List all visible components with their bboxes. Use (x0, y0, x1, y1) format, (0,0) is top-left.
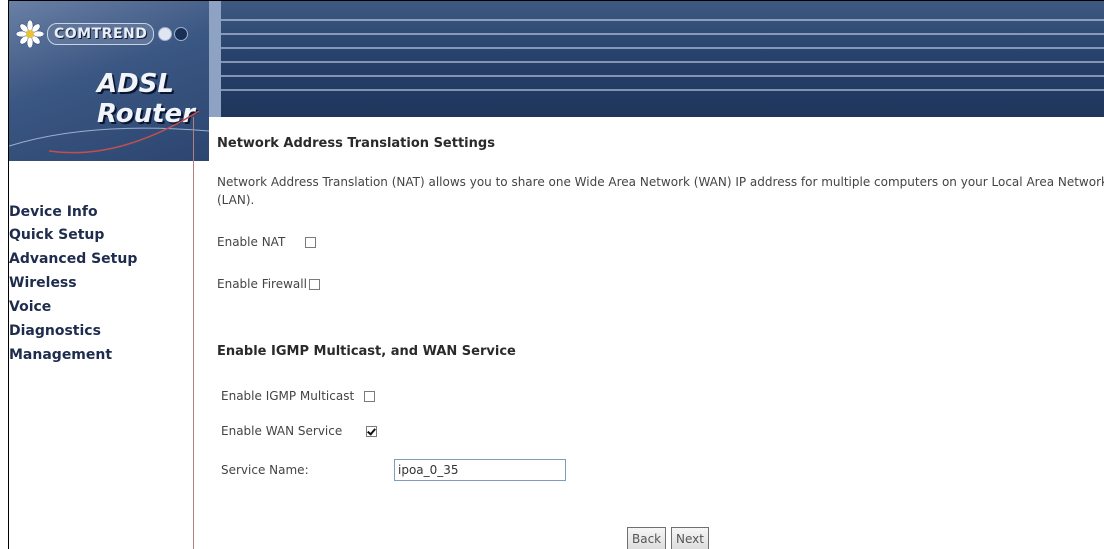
enable-firewall-row: Enable Firewall (217, 277, 320, 291)
logo-dots-icon (158, 27, 189, 41)
logo-panel: COMTREND ADSL Router (9, 1, 209, 161)
service-name-row: Service Name: ipoa_0_35 (221, 459, 581, 481)
enable-igmp-checkbox[interactable] (364, 390, 376, 402)
enable-firewall-checkbox[interactable] (308, 278, 320, 290)
sidebar-item-wireless[interactable]: Wireless (9, 271, 137, 295)
next-button[interactable]: Next (671, 527, 709, 549)
sidebar-item-management[interactable]: Management (9, 343, 137, 367)
page-title: Network Address Translation Settings (217, 136, 495, 151)
company-name: COMTREND (47, 23, 155, 45)
banner-stripes (209, 13, 1104, 103)
nat-description: Network Address Translation (NAT) allows… (217, 175, 1104, 207)
sidebar-item-diagnostics[interactable]: Diagnostics (9, 319, 137, 343)
sidebar-item-device-info[interactable]: Device Info (9, 200, 137, 224)
enable-igmp-label: Enable IGMP Multicast (221, 389, 355, 403)
router-frame: COMTREND ADSL Router Device Info Quick S… (8, 0, 1104, 549)
service-name-label: Service Name: (221, 463, 309, 477)
enable-wan-service-checkbox[interactable] (366, 425, 378, 437)
enable-wan-service-row: Enable WAN Service (221, 424, 378, 438)
sidebar-divider (193, 117, 194, 549)
sidebar-menu: Device Info Quick Setup Advanced Setup W… (9, 200, 137, 367)
igmp-section-title: Enable IGMP Multicast, and WAN Service (217, 344, 516, 359)
sidebar-item-voice[interactable]: Voice (9, 295, 137, 319)
sidebar-item-advanced-setup[interactable]: Advanced Setup (9, 247, 137, 271)
sidebar-item-quick-setup[interactable]: Quick Setup (9, 223, 137, 247)
banner-strip (209, 1, 221, 117)
enable-wan-service-label: Enable WAN Service (221, 424, 343, 438)
enable-igmp-row: Enable IGMP Multicast (221, 389, 376, 403)
enable-nat-label: Enable NAT (217, 235, 286, 249)
main-content: Network Address Translation Settings Net… (217, 117, 1104, 549)
enable-nat-checkbox[interactable] (305, 236, 317, 248)
enable-firewall-label: Enable Firewall (217, 277, 307, 291)
company-logo: COMTREND (15, 19, 189, 49)
swoosh-decoration (9, 110, 209, 154)
nav-buttons: Back Next (627, 527, 727, 549)
back-button[interactable]: Back (627, 527, 667, 549)
enable-nat-row: Enable NAT (217, 235, 317, 249)
sidebar: Device Info Quick Setup Advanced Setup W… (9, 161, 193, 549)
flower-logo-icon (15, 19, 45, 49)
service-name-input[interactable]: ipoa_0_35 (394, 459, 566, 481)
